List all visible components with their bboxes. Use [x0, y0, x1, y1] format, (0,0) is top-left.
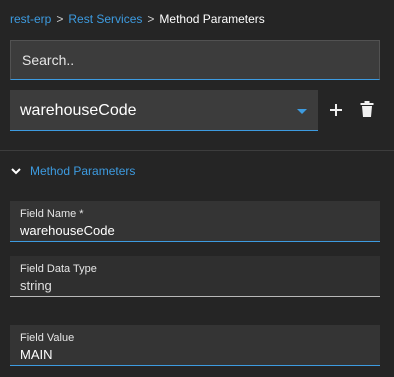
field-data-type-value: string	[20, 278, 52, 293]
parameter-select[interactable]: warehouseCode	[10, 90, 318, 131]
breadcrumb-link-rest-erp[interactable]: rest-erp	[10, 12, 51, 26]
field-data-type-label: Field Data Type	[20, 263, 97, 275]
field-data-type: Field Data Type string	[10, 256, 380, 297]
search-input[interactable]	[11, 41, 379, 79]
section-title: Method Parameters	[30, 164, 136, 178]
breadcrumb-separator: >	[56, 12, 64, 26]
trash-icon	[360, 101, 374, 117]
caret-down-icon	[297, 109, 307, 114]
breadcrumb-link-rest-services[interactable]: Rest Services	[68, 12, 142, 26]
breadcrumb: rest-erp > Rest Services > Method Parameters	[10, 12, 265, 26]
search-box	[10, 40, 380, 80]
add-parameter-button[interactable]	[328, 99, 344, 121]
breadcrumb-current: Method Parameters	[159, 12, 265, 26]
method-parameters-section-toggle[interactable]: Method Parameters	[10, 163, 135, 179]
field-value-label: Field Value	[20, 332, 75, 344]
delete-parameter-button[interactable]	[360, 101, 374, 117]
field-value-input[interactable]: Field Value MAIN	[10, 325, 380, 366]
chevron-down-icon	[11, 168, 21, 175]
field-name-input[interactable]: Field Name * warehouseCode	[10, 201, 380, 242]
breadcrumb-separator: >	[147, 12, 155, 26]
field-value-value: MAIN	[20, 347, 53, 362]
field-name-label: Field Name *	[20, 208, 84, 220]
section-divider	[0, 150, 394, 151]
field-name-value: warehouseCode	[20, 223, 115, 238]
plus-icon	[330, 104, 342, 116]
parameter-select-value: warehouseCode	[20, 102, 137, 119]
